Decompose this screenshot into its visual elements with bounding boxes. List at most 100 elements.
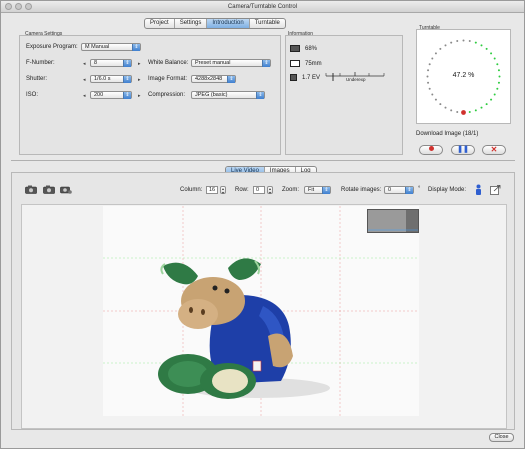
turntable-box: 47.2 %: [416, 29, 511, 124]
triangle-left-icon[interactable]: ◂: [83, 61, 86, 67]
download-label: Download Image (18/1): [416, 131, 479, 137]
select-arrows-icon: ⇕: [227, 76, 235, 83]
battery-icon: [290, 45, 300, 52]
turntable-progress-dot: [428, 87, 431, 90]
toy-moose-image: [103, 206, 419, 416]
triangle-right-icon[interactable]: ▸: [138, 77, 141, 83]
exposure-row: 1.7 EV: [290, 74, 320, 81]
lens-row: 75mm: [290, 60, 322, 67]
triangle-left-icon[interactable]: ◂: [83, 93, 86, 99]
meter-label: Underexp: [346, 77, 366, 82]
exposure-program-select[interactable]: M Manual ⇕: [81, 43, 141, 51]
shutter-select[interactable]: 1/6.0 s ⇕: [90, 75, 132, 83]
minimize-window-icon[interactable]: [15, 3, 22, 10]
cancel-icon: ✕: [490, 145, 498, 154]
triangle-right-icon[interactable]: ▸: [138, 61, 141, 67]
battery-value: 68%: [305, 45, 318, 52]
camera-settings-title: Camera Settings: [25, 31, 63, 37]
select-arrows-icon: ⇕: [123, 92, 131, 99]
row-field[interactable]: 0: [253, 186, 265, 194]
turntable-progress-dot: [480, 44, 483, 47]
select-arrows-icon: ⇕: [322, 187, 330, 194]
lens-icon: [290, 60, 300, 67]
turntable-progress-dot: [485, 103, 488, 106]
turntable-progress-dot: [450, 41, 453, 44]
select-arrows-icon: ⇕: [405, 187, 413, 194]
zoom-window-icon[interactable]: [25, 3, 32, 10]
image-format-label: Image Format:: [148, 76, 188, 82]
compression-select[interactable]: JPEG (basic) ⇕: [191, 91, 265, 99]
f-number-select[interactable]: 8 ⇕: [90, 59, 132, 67]
close-window-icon[interactable]: [5, 3, 12, 10]
turntable-progress-dot: [496, 87, 499, 90]
camera-settings-icon[interactable]: [60, 185, 72, 194]
zoom-select[interactable]: Fit ⇕: [304, 186, 331, 194]
compression-label: Compression:: [148, 92, 186, 98]
export-icon[interactable]: [490, 185, 501, 195]
record-button[interactable]: [419, 145, 443, 155]
turntable-progress-dot: [427, 81, 430, 84]
select-arrows-icon: ⇕: [256, 92, 264, 99]
person-icon[interactable]: [474, 184, 483, 196]
close-button[interactable]: Close: [489, 433, 514, 442]
ev-value: 1.7 EV: [302, 74, 321, 81]
tab-introduction[interactable]: Introduction: [207, 19, 250, 28]
turntable-progress-dot: [496, 63, 499, 66]
turntable-progress-dot: [431, 93, 434, 96]
exposure-program-value: M Manual: [85, 44, 110, 50]
camera-turntable-window: Camera/Turntable Control Project Setting…: [0, 0, 525, 449]
camera-capture-icon[interactable]: [43, 185, 55, 194]
rotate-value: 0: [388, 187, 392, 193]
rotate-select[interactable]: 0 ⇕: [384, 186, 414, 194]
column-label: Column:: [180, 187, 203, 193]
top-tab-bar: Project Settings Introduction Turntable: [144, 18, 286, 29]
turntable-progress-dot: [493, 57, 496, 60]
exposure-icon: [290, 74, 297, 81]
zoom-value: Fit: [308, 187, 315, 193]
turntable-progress-dot: [431, 57, 434, 60]
turntable-percent: 47.2 %: [452, 72, 475, 79]
turntable-progress-dot: [497, 81, 500, 84]
tab-turntable[interactable]: Turntable: [250, 19, 285, 28]
select-arrows-icon: ⇕: [132, 44, 140, 51]
turntable-progress-dot: [462, 39, 465, 42]
turntable-progress-dot: [493, 93, 496, 96]
turntable-progress-dot: [456, 40, 459, 43]
information-title: Information: [288, 31, 314, 37]
turntable-progress-dot: [439, 47, 442, 50]
column-stepper[interactable]: ▴ ▾: [220, 186, 226, 194]
turntable-progress-dot: [474, 109, 477, 112]
turntable-progress-dot: [450, 109, 453, 112]
degree-symbol: °: [418, 186, 421, 192]
tab-settings[interactable]: Settings: [175, 19, 208, 28]
select-arrows-icon: ⇕: [123, 76, 131, 83]
pause-button[interactable]: ❚❚: [451, 145, 475, 155]
information-panel: [285, 35, 403, 155]
column-field[interactable]: 16: [206, 186, 218, 194]
select-arrows-icon: ⇕: [123, 60, 131, 67]
cancel-button[interactable]: ✕: [482, 145, 506, 155]
turntable-progress-dot: [468, 110, 471, 113]
turntable-progress-dot: [497, 69, 500, 72]
f-number-label: F-Number:: [26, 60, 55, 66]
white-balance-select[interactable]: Preset manual ⇕: [191, 59, 271, 67]
row-stepper[interactable]: ▴ ▾: [267, 186, 273, 194]
camera-icon[interactable]: [25, 185, 37, 194]
window-controls: [5, 3, 32, 10]
histogram-thumbnail: [367, 209, 419, 233]
turntable-progress-dot: [444, 44, 447, 47]
iso-select[interactable]: 200 ⇕: [90, 91, 132, 99]
shutter-value: 1/6.0 s: [94, 76, 111, 82]
triangle-right-icon[interactable]: ▸: [138, 93, 141, 99]
divider: [11, 160, 515, 161]
exposure-program-label: Exposure Program:: [26, 44, 78, 50]
select-arrows-icon: ⇕: [262, 60, 270, 67]
tab-project[interactable]: Project: [145, 19, 175, 28]
row-label: Row:: [235, 187, 249, 193]
image-format-select[interactable]: 4288x2848 ⇕: [191, 75, 236, 83]
histogram-chart: [368, 210, 418, 232]
iso-label: ISO:: [26, 92, 39, 98]
f-number-value: 8: [94, 60, 98, 66]
iso-value: 200: [94, 92, 104, 98]
triangle-left-icon[interactable]: ◂: [83, 77, 86, 83]
